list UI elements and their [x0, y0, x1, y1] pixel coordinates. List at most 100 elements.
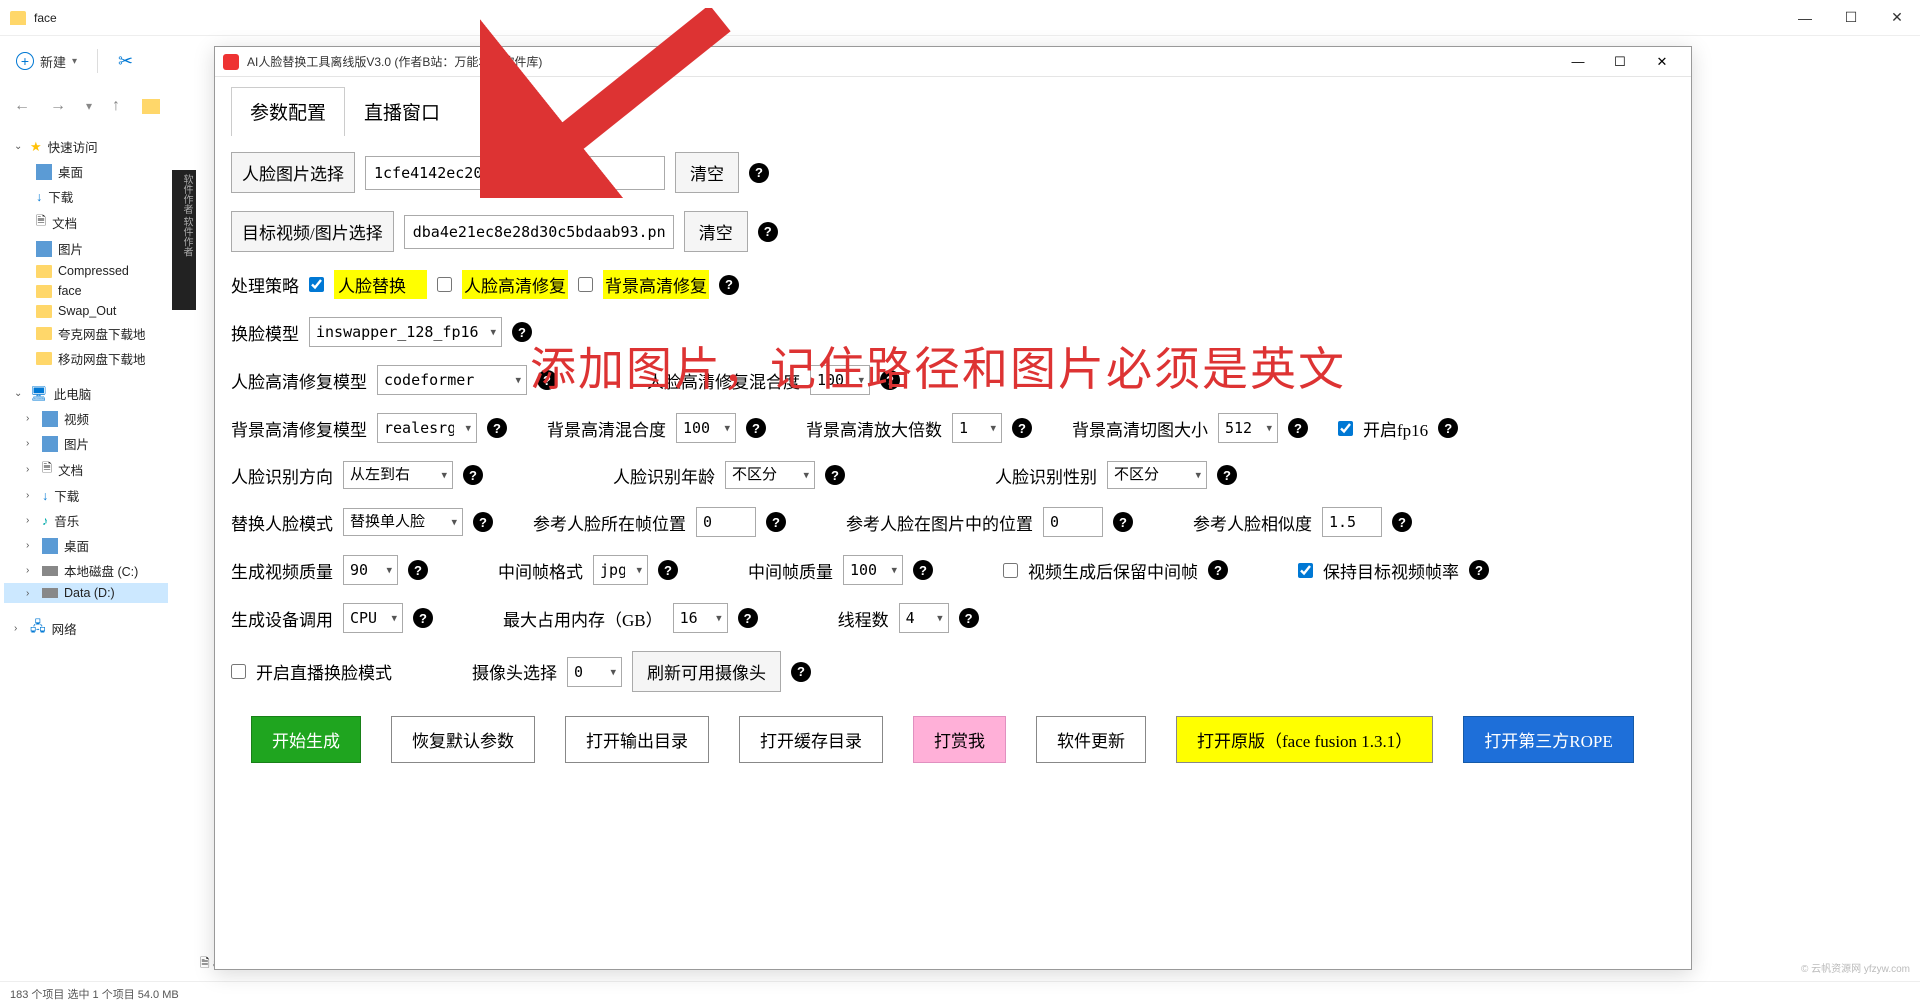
mid-q-select[interactable]: 100 [843, 555, 903, 585]
target-select-button[interactable]: 目标视频/图片选择 [231, 211, 394, 252]
help-icon[interactable]: ? [463, 465, 483, 485]
swap-mode-select[interactable]: 替换单人脸 [343, 508, 463, 536]
sidebar-item[interactable]: Swap_Out [4, 301, 168, 321]
sidebar-item[interactable]: ›桌面 [4, 533, 168, 558]
start-button[interactable]: 开始生成 [251, 716, 361, 763]
new-button[interactable]: + 新建 ▾ [16, 52, 77, 71]
help-icon[interactable]: ? [408, 560, 428, 580]
help-icon[interactable]: ? [791, 662, 811, 682]
help-icon[interactable]: ? [746, 418, 766, 438]
back-button[interactable]: ← [10, 93, 34, 119]
help-icon[interactable]: ? [537, 370, 557, 390]
sidebar-item[interactable]: ↓下载 [4, 184, 168, 209]
help-icon[interactable]: ? [766, 512, 786, 532]
help-icon[interactable]: ? [959, 608, 979, 628]
maximize-button[interactable]: ☐ [1828, 0, 1874, 36]
sidebar-item[interactable]: ›↓下载 [4, 483, 168, 508]
sidebar-quick-access[interactable]: ⌄★快速访问 [4, 134, 168, 159]
help-icon[interactable]: ? [1288, 418, 1308, 438]
forward-button[interactable]: → [46, 93, 70, 119]
face-dir-select[interactable]: 从左到右 [343, 461, 453, 489]
help-icon[interactable]: ? [473, 512, 493, 532]
tab-config[interactable]: 参数配置 [231, 87, 345, 136]
face-image-select-button[interactable]: 人脸图片选择 [231, 152, 355, 193]
help-icon[interactable]: ? [413, 608, 433, 628]
sidebar-item[interactable]: 夸克网盘下载地 [4, 321, 168, 346]
open-cache-button[interactable]: 打开缓存目录 [739, 716, 883, 763]
help-icon[interactable]: ? [1392, 512, 1412, 532]
sidebar-item[interactable]: Compressed [4, 261, 168, 281]
face-hd-blend-select[interactable]: 100 [810, 365, 870, 395]
help-icon[interactable]: ? [1438, 418, 1458, 438]
fp16-checkbox[interactable] [1338, 421, 1353, 436]
swap-checkbox[interactable] [309, 277, 324, 292]
help-icon[interactable]: ? [749, 163, 769, 183]
cam-select[interactable]: 0 [567, 657, 622, 687]
sidebar-item[interactable]: ›图片 [4, 431, 168, 456]
reset-button[interactable]: 恢复默认参数 [391, 716, 535, 763]
face-hd-model-select[interactable]: codeformer [377, 365, 527, 395]
keep-fps-checkbox[interactable] [1298, 563, 1313, 578]
bg-hd-blend-select[interactable]: 100 [676, 413, 736, 443]
clear-face-button[interactable]: 清空 [675, 152, 739, 193]
help-icon[interactable]: ? [880, 370, 900, 390]
update-button[interactable]: 软件更新 [1036, 716, 1146, 763]
help-icon[interactable]: ? [658, 560, 678, 580]
donate-button[interactable]: 打赏我 [913, 716, 1006, 763]
sidebar-item[interactable]: ›视频 [4, 406, 168, 431]
sidebar-item[interactable]: 桌面 [4, 159, 168, 184]
vq-select[interactable]: 90 [343, 555, 398, 585]
help-icon[interactable]: ? [1469, 560, 1489, 580]
ref-sim-input[interactable] [1322, 507, 1382, 537]
bg-hd-model-select[interactable]: realesrgan [377, 413, 477, 443]
bg-hd-checkbox[interactable] [578, 277, 593, 292]
help-icon[interactable]: ? [1113, 512, 1133, 532]
help-icon[interactable]: ? [719, 275, 739, 295]
face-image-input[interactable] [365, 156, 665, 190]
recent-button[interactable]: ▾ [82, 95, 96, 117]
help-icon[interactable]: ? [738, 608, 758, 628]
minimize-button[interactable]: — [1782, 0, 1828, 36]
clear-target-button[interactable]: 清空 [684, 211, 748, 252]
sidebar-item[interactable]: ›本地磁盘 (C:) [4, 558, 168, 583]
sidebar-item[interactable]: face [4, 281, 168, 301]
bg-hd-scale-select[interactable]: 1 [952, 413, 1002, 443]
help-icon[interactable]: ? [512, 322, 532, 342]
sidebar-network[interactable]: ›🖧网络 [4, 613, 168, 643]
open-original-button[interactable]: 打开原版（face fusion 1.3.1） [1176, 716, 1433, 763]
face-age-select[interactable]: 不区分 [725, 461, 815, 489]
bg-hd-tile-select[interactable]: 512 [1218, 413, 1278, 443]
threads-select[interactable]: 4 [899, 603, 949, 633]
face-gender-select[interactable]: 不区分 [1107, 461, 1207, 489]
sidebar-item[interactable]: 🗎文档 [4, 209, 168, 236]
sidebar-item[interactable]: 移动网盘下载地 [4, 346, 168, 371]
cut-icon[interactable]: ✂ [118, 51, 133, 72]
help-icon[interactable]: ? [825, 465, 845, 485]
live-mode-checkbox[interactable] [231, 664, 246, 679]
ref-frame-input[interactable] [696, 507, 756, 537]
sidebar-this-pc[interactable]: ⌄🖥此电脑 [4, 381, 168, 406]
refresh-cam-button[interactable]: 刷新可用摄像头 [632, 651, 781, 692]
close-button[interactable]: ✕ [1874, 0, 1920, 36]
help-icon[interactable]: ? [1012, 418, 1032, 438]
sidebar-item[interactable]: ›🗎文档 [4, 456, 168, 483]
device-select[interactable]: CPU [343, 603, 403, 633]
help-icon[interactable]: ? [487, 418, 507, 438]
app-maximize-button[interactable]: ☐ [1599, 48, 1641, 76]
up-button[interactable]: ↑ [108, 93, 124, 119]
tab-live[interactable]: 直播窗口 [345, 87, 459, 136]
help-icon[interactable]: ? [758, 222, 778, 242]
help-icon[interactable]: ? [1217, 465, 1237, 485]
mid-fmt-select[interactable]: jpg [593, 555, 648, 585]
sidebar-item[interactable]: 图片 [4, 236, 168, 261]
mem-select[interactable]: 16 [673, 603, 728, 633]
ref-pos-input[interactable] [1043, 507, 1103, 537]
open-rope-button[interactable]: 打开第三方ROPE [1463, 716, 1633, 763]
open-output-button[interactable]: 打开输出目录 [565, 716, 709, 763]
sidebar-item[interactable]: ›♪音乐 [4, 508, 168, 533]
keep-mid-checkbox[interactable] [1003, 563, 1018, 578]
sidebar-item-data-d[interactable]: ›Data (D:) [4, 583, 168, 603]
app-close-button[interactable]: ✕ [1641, 48, 1683, 76]
help-icon[interactable]: ? [913, 560, 933, 580]
face-hd-checkbox[interactable] [437, 277, 452, 292]
